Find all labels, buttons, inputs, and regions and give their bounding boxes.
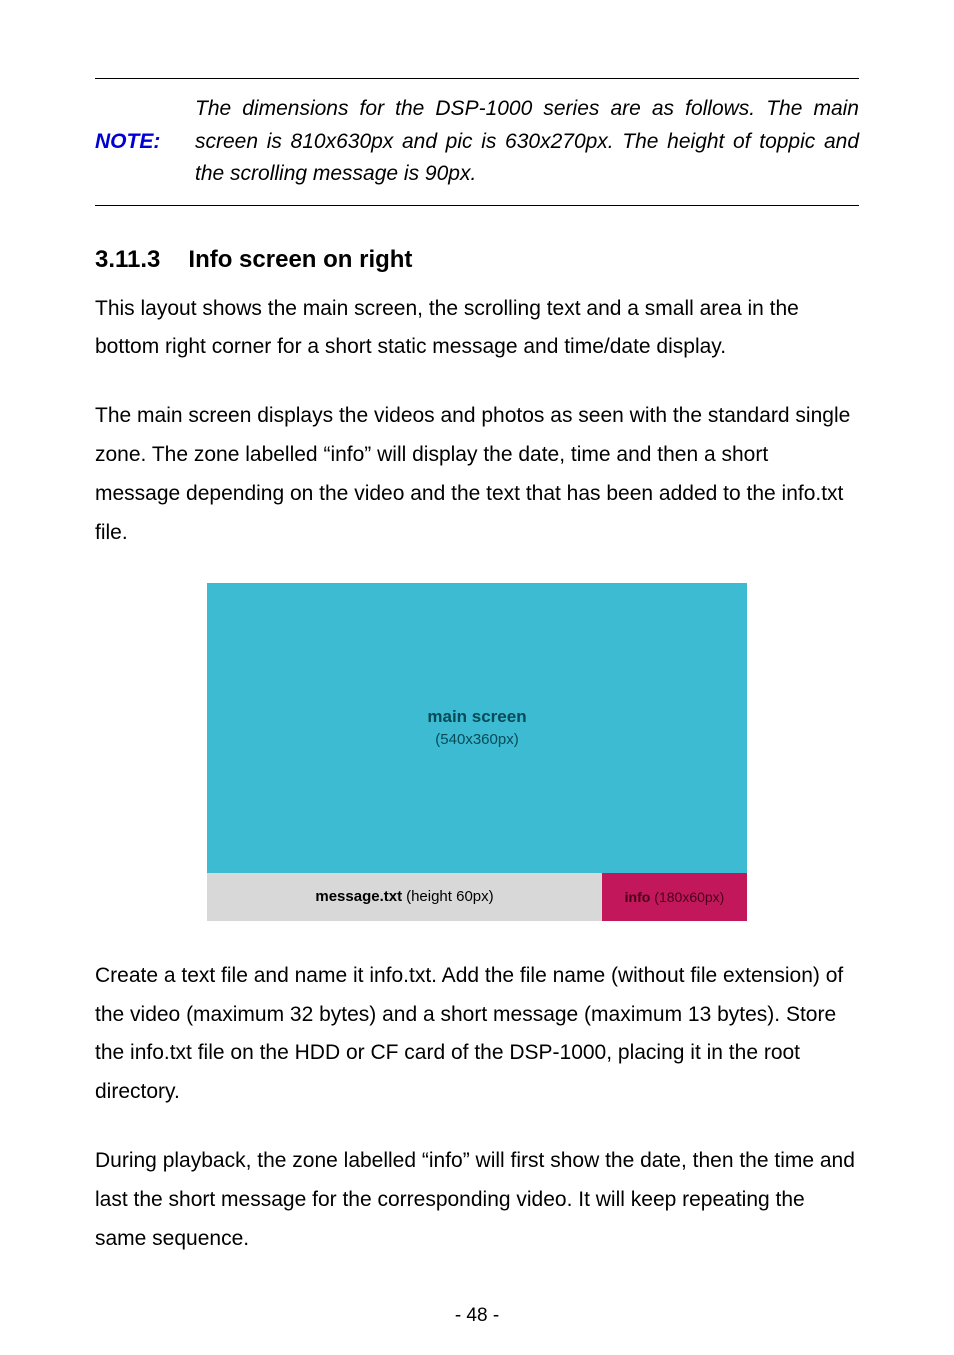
section-number: 3.11.3 xyxy=(95,246,160,274)
main-screen-dimensions: (540x360px) xyxy=(435,731,518,748)
note-box: NOTE: The dimensions for the DSP-1000 se… xyxy=(95,78,859,206)
diagram-main-screen-zone: main screen (540x360px) xyxy=(207,583,747,873)
layout-diagram: main screen (540x360px) message.txt (hei… xyxy=(207,583,747,921)
message-dimensions: (height 60px) xyxy=(406,888,494,905)
section-title: Info screen on right xyxy=(188,246,412,273)
paragraph-3: Create a text file and name it info.txt.… xyxy=(95,957,859,1112)
paragraph-4: During playback, the zone labelled “info… xyxy=(95,1142,859,1259)
paragraph-1: This layout shows the main screen, the s… xyxy=(95,290,859,368)
page-number: - 48 - xyxy=(0,1305,954,1327)
message-label: message.txt xyxy=(315,888,402,905)
document-page: NOTE: The dimensions for the DSP-1000 se… xyxy=(0,0,954,1355)
diagram-bottom-row: message.txt (height 60px) info (180x60px… xyxy=(207,873,747,921)
paragraph-2: The main screen displays the videos and … xyxy=(95,397,859,552)
diagram-container: main screen (540x360px) message.txt (hei… xyxy=(207,583,747,921)
diagram-message-zone: message.txt (height 60px) xyxy=(207,873,602,921)
info-dimensions: (180x60px) xyxy=(654,889,724,905)
main-screen-label: main screen xyxy=(427,707,526,727)
note-text: The dimensions for the DSP-1000 series a… xyxy=(195,93,859,191)
diagram-info-zone: info (180x60px) xyxy=(602,873,747,921)
note-label: NOTE: xyxy=(95,93,195,191)
section-heading: 3.11.3 Info screen on right xyxy=(95,246,859,274)
info-label: info xyxy=(625,889,651,905)
